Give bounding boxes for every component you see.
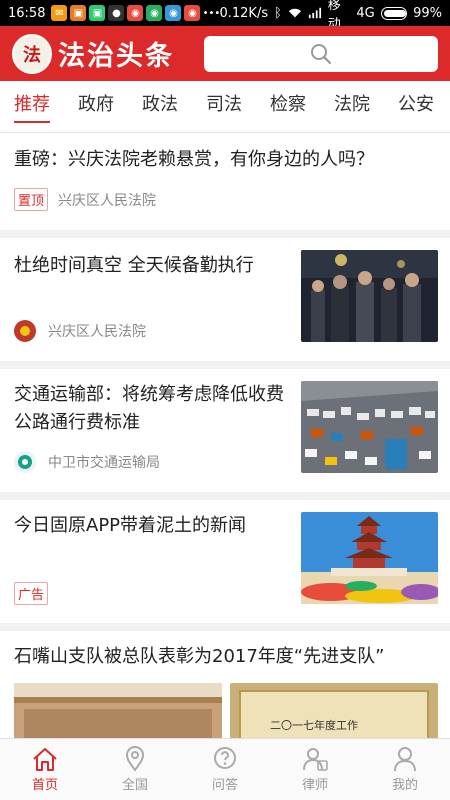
qq-icon: ● — [108, 5, 125, 21]
news-meta: 广告 — [14, 582, 58, 605]
news-item[interactable]: 重磅：兴庆法院老赖悬赏，有你身边的人吗？ 置顶 兴庆区人民法院 — [0, 134, 450, 238]
status-time: 16:58 — [8, 5, 46, 21]
nav-national[interactable]: 全国 — [90, 739, 180, 800]
app-notification-icon: ◉ — [146, 5, 163, 21]
location-pin-icon — [125, 746, 145, 772]
network-type: 4G — [356, 5, 375, 21]
home-icon — [33, 748, 57, 771]
battery-level: 99% — [413, 5, 442, 21]
news-title: 交通运输部：将统筹考虑降低收费公路通行费标准 — [14, 384, 284, 433]
news-item[interactable]: 石嘴山支队被总队表彰为2017年度“先进支队” 二〇一七年度工作 — [0, 631, 450, 738]
logo-emblem: 法 — [12, 33, 52, 74]
battery-icon — [380, 6, 408, 20]
app-header: 法 法治头条 — [0, 26, 450, 81]
brand-title: 法治头条 — [58, 41, 174, 72]
news-item[interactable]: 杜绝时间真空 全天候备勤执行 兴庆区人民法院 — [0, 238, 450, 369]
nav-qa[interactable]: 问答 — [180, 739, 270, 800]
news-title: 石嘴山支队被总队表彰为2017年度“先进支队” — [14, 646, 385, 667]
news-item[interactable]: 今日固原APP带着泥土的新闻 广告 — [0, 500, 450, 631]
tab-police[interactable]: 公安 — [384, 81, 448, 132]
lawyer-icon — [303, 748, 328, 771]
pinned-tag: 置顶 — [14, 188, 49, 211]
search-box[interactable] — [204, 35, 438, 72]
status-bar: 16:58 ✉ ▣ ▣ ● ◉ ◉ ◉ ◉ ••• 0.12K/s ᛒ 移动 4… — [0, 0, 450, 32]
court-emblem-icon — [14, 320, 36, 342]
news-item[interactable]: 交通运输部：将统筹考虑降低收费公路通行费标准 中卫市交通运输局 — [0, 369, 450, 500]
nav-mine[interactable]: 我的 — [360, 739, 450, 800]
tab-judicial[interactable]: 司法 — [192, 81, 256, 132]
user-icon — [394, 747, 416, 772]
news-title: 重磅：兴庆法院老赖悬赏，有你身边的人吗？ — [14, 149, 374, 170]
app-notification-icon: ✉ — [51, 5, 68, 21]
news-thumbnail: 二〇一七年度工作 — [230, 683, 438, 738]
news-meta: 中卫市交通运输局 — [14, 451, 160, 473]
app-notification-icon: ◉ — [165, 5, 182, 21]
category-tabs: 推荐 政府 政法 司法 检察 法院 公安 — [0, 81, 450, 133]
nav-home[interactable]: 首页 — [0, 739, 90, 800]
ad-tag: 广告 — [14, 582, 49, 605]
nav-lawyer[interactable]: 律师 — [270, 739, 360, 800]
tab-recommend[interactable]: 推荐 — [0, 81, 64, 132]
news-thumbnail — [301, 250, 438, 342]
tab-government[interactable]: 政府 — [64, 81, 128, 132]
tab-politics-law[interactable]: 政法 — [128, 81, 192, 132]
news-thumbnail — [301, 381, 438, 473]
news-source: 中卫市交通运输局 — [48, 455, 160, 471]
question-bubble-icon — [214, 747, 236, 769]
news-feed: 重磅：兴庆法院老赖悬赏，有你身边的人吗？ 置顶 兴庆区人民法院 杜绝时间真空 全… — [0, 134, 450, 738]
nav-label: 问答 — [211, 778, 238, 793]
news-source: 兴庆区人民法院 — [58, 192, 157, 209]
nav-label: 全国 — [121, 778, 148, 793]
tab-procuratorate[interactable]: 检察 — [256, 81, 320, 132]
wifi-icon — [288, 8, 301, 18]
nav-label: 首页 — [31, 778, 58, 793]
app-notification-icon: ◉ — [127, 5, 144, 21]
bottom-navigation: 首页 全国 问答 律师 我的 — [0, 738, 450, 800]
news-meta: 置顶 兴庆区人民法院 — [14, 188, 156, 211]
nav-label: 律师 — [301, 778, 328, 793]
news-thumbnail — [14, 683, 222, 738]
signal-icon — [308, 7, 321, 19]
news-meta: 兴庆区人民法院 — [14, 320, 146, 342]
app-notification-icon: ▣ — [70, 5, 87, 21]
nav-label: 我的 — [391, 778, 418, 793]
notification-icons: ✉ ▣ ▣ ● ◉ ◉ ◉ ◉ ••• — [51, 5, 221, 21]
tab-court[interactable]: 法院 — [320, 81, 384, 132]
bluetooth-icon: ᛒ — [274, 5, 282, 21]
app-notification-icon: ◉ — [184, 5, 201, 21]
search-icon — [311, 43, 332, 64]
network-speed: 0.12K/s — [219, 5, 269, 21]
news-thumbnail — [301, 512, 438, 604]
news-title: 杜绝时间真空 全天候备勤执行 — [14, 255, 254, 276]
image-caption: 二〇一七年度工作 — [270, 719, 358, 732]
news-source: 兴庆区人民法院 — [48, 324, 146, 340]
transport-bureau-icon — [14, 451, 36, 473]
app-notification-icon: ▣ — [89, 5, 106, 21]
news-title: 今日固原APP带着泥土的新闻 — [14, 515, 247, 536]
more-icon: ••• — [202, 7, 221, 19]
